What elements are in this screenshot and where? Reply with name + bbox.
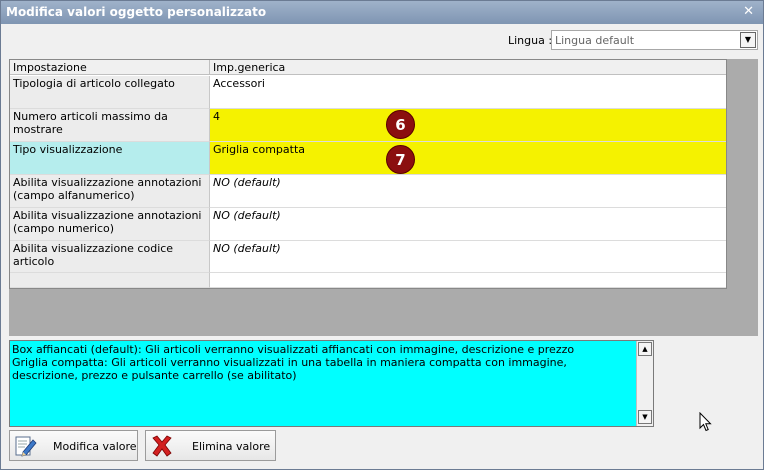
row-value[interactable]: NO (default) [210, 175, 726, 208]
title-bar[interactable]: Modifica valori oggetto personalizzato ✕ [1, 1, 763, 24]
delete-x-icon [152, 435, 172, 457]
row-value[interactable]: NO (default) [210, 241, 726, 273]
language-select[interactable]: Lingua default ▼ [551, 30, 758, 50]
table-row[interactable]: Abilita visualizzazione annotazioni (cam… [10, 208, 726, 241]
row-key: Tipo visualizzazione [10, 142, 210, 175]
table-row[interactable]: Abilita visualizzazione codice articolo … [10, 241, 726, 273]
language-label: Lingua : [508, 34, 553, 47]
row-key: Abilita visualizzazione annotazioni (cam… [10, 208, 210, 241]
row-key: Abilita visualizzazione annotazioni (cam… [10, 175, 210, 208]
scroll-up-icon[interactable]: ▲ [638, 342, 652, 356]
description-box[interactable]: Box affiancati (default): Gli articoli v… [9, 340, 654, 427]
step-badge: 6 [386, 110, 415, 139]
row-key: Numero articoli massimo da mostrare [10, 109, 210, 142]
table-row[interactable]: Tipologia di articolo collegato Accessor… [10, 76, 726, 109]
row-key: Tipologia di articolo collegato [10, 76, 210, 109]
row-value[interactable]: 4 [210, 109, 726, 142]
row-value[interactable]: NO (default) [210, 208, 726, 241]
delete-value-button[interactable]: Elimina valore [145, 430, 276, 461]
description-scrollbar[interactable]: ▲ ▼ [636, 341, 653, 426]
edit-value-label: Modifica valore [53, 440, 137, 453]
close-icon[interactable]: ✕ [743, 4, 754, 19]
column-header-setting[interactable]: Impostazione [10, 60, 210, 75]
settings-grid: Impostazione Imp.generica Tipologia di a… [9, 59, 727, 289]
table-row[interactable] [10, 273, 726, 288]
edit-value-button[interactable]: Modifica valore [9, 430, 138, 461]
description-text: Box affiancati (default): Gli articoli v… [12, 343, 575, 382]
chevron-down-icon[interactable]: ▼ [740, 32, 756, 48]
language-select-value: Lingua default [555, 34, 635, 47]
settings-grid-container: Impostazione Imp.generica Tipologia di a… [9, 59, 758, 336]
edit-document-icon [15, 436, 37, 457]
row-value[interactable] [210, 273, 726, 288]
table-row[interactable]: Abilita visualizzazione annotazioni (cam… [10, 175, 726, 208]
mouse-pointer-icon [699, 412, 712, 432]
column-header-generic-value[interactable]: Imp.generica [210, 60, 726, 75]
row-key: Abilita visualizzazione codice articolo [10, 241, 210, 273]
window-title: Modifica valori oggetto personalizzato [6, 5, 267, 19]
row-value[interactable]: Accessori [210, 76, 726, 109]
row-value[interactable]: Griglia compatta [210, 142, 726, 175]
row-key [10, 273, 210, 288]
step-badge: 7 [386, 145, 415, 174]
delete-value-label: Elimina valore [192, 440, 271, 453]
dialog-window: Modifica valori oggetto personalizzato ✕… [0, 0, 764, 470]
scroll-down-icon[interactable]: ▼ [638, 410, 652, 424]
table-row[interactable]: Numero articoli massimo da mostrare 4 [10, 109, 726, 142]
table-row[interactable]: Tipo visualizzazione Griglia compatta [10, 142, 726, 175]
